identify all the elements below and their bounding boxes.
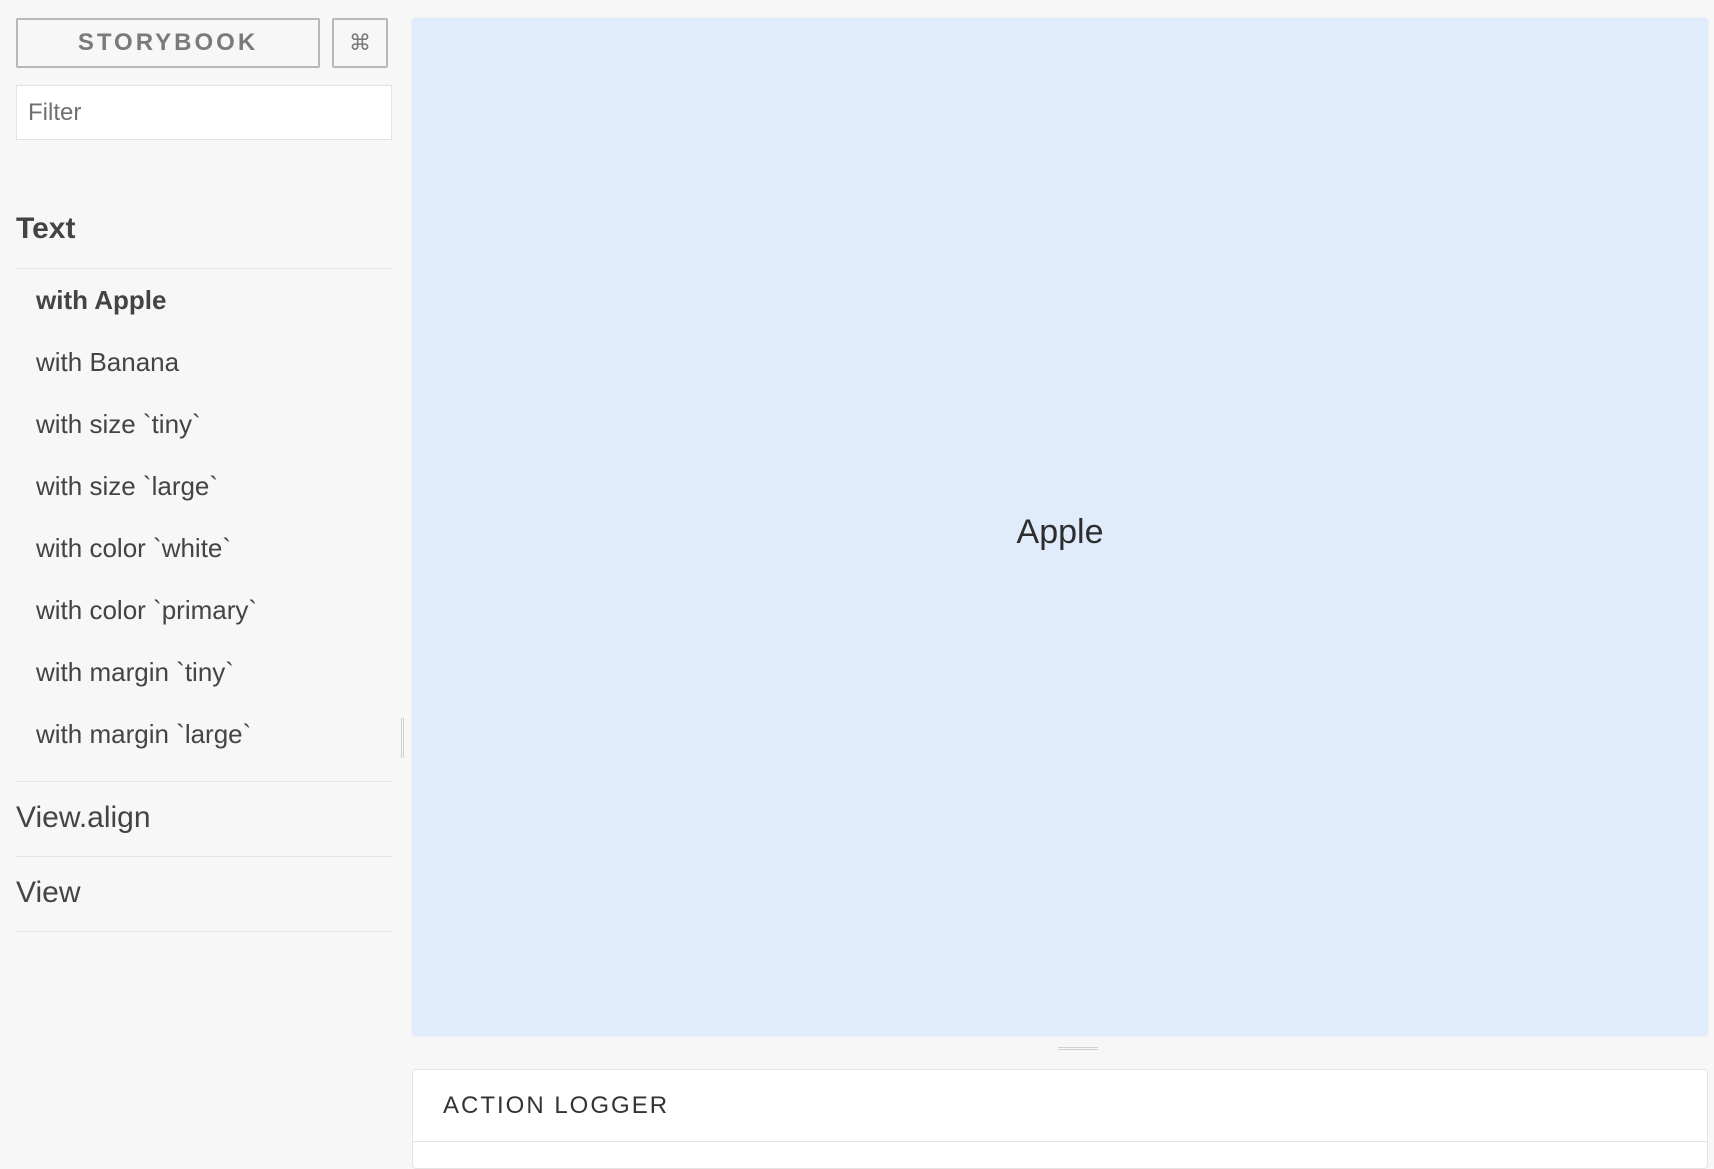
- left-sidebar: STORYBOOK ⌘ Text with Apple with Banana …: [16, 18, 392, 932]
- story-item-with-banana[interactable]: with Banana: [16, 331, 392, 393]
- keyboard-shortcuts-button[interactable]: ⌘: [332, 18, 388, 68]
- story-item-with-color-primary[interactable]: with color `primary`: [16, 579, 392, 641]
- addon-tabs: ACTION LOGGER: [413, 1070, 1707, 1142]
- story-item-with-apple[interactable]: with Apple: [16, 269, 392, 331]
- addon-panel: ACTION LOGGER: [412, 1069, 1708, 1169]
- tab-action-logger[interactable]: ACTION LOGGER: [443, 1092, 669, 1120]
- kind-divider: [16, 251, 392, 269]
- storybook-brand-button[interactable]: STORYBOOK: [16, 18, 320, 68]
- preview-text: Apple: [1016, 512, 1104, 551]
- kind-group-text: Text with Apple with Banana with size `t…: [16, 207, 392, 782]
- sidebar-resize-handle[interactable]: [401, 718, 404, 758]
- story-item-with-color-white[interactable]: with color `white`: [16, 517, 392, 579]
- kind-group-view-align: View.align: [16, 782, 392, 857]
- story-preview-frame: Apple: [412, 18, 1708, 1036]
- story-item-with-margin-large[interactable]: with margin `large`: [16, 703, 392, 765]
- kind-title-view-align[interactable]: View.align: [16, 796, 392, 840]
- sidebar-header: STORYBOOK ⌘: [16, 18, 392, 68]
- story-item-with-size-tiny[interactable]: with size `tiny`: [16, 393, 392, 455]
- story-list-text: with Apple with Banana with size `tiny` …: [16, 269, 392, 765]
- kind-title-view[interactable]: View: [16, 871, 392, 915]
- kind-title-text[interactable]: Text: [16, 207, 392, 251]
- addon-panel-resize-handle[interactable]: [1058, 1047, 1098, 1050]
- story-item-with-margin-tiny[interactable]: with margin `tiny`: [16, 641, 392, 703]
- stories-tree: Text with Apple with Banana with size `t…: [16, 207, 392, 932]
- kind-group-view: View: [16, 857, 392, 932]
- story-item-with-size-large[interactable]: with size `large`: [16, 455, 392, 517]
- filter-input[interactable]: [16, 85, 392, 140]
